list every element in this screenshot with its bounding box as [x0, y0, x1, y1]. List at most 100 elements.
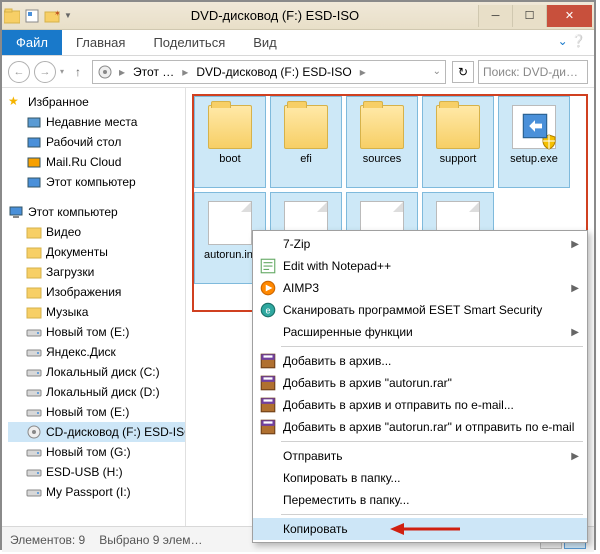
svg-text:✶: ✶	[54, 9, 60, 18]
context-menu-item[interactable]: Добавить в архив "autorun.rar" и отправи…	[253, 416, 587, 438]
context-menu[interactable]: 7-Zip▶Edit with Notepad++ AIMP3 ▶ e Сканиров…	[252, 230, 588, 543]
tree-item[interactable]: Документы	[8, 242, 185, 262]
nav-history-dropdown[interactable]: ▾	[60, 67, 64, 76]
tree-item[interactable]: ESD-USB (H:)	[8, 462, 185, 482]
tree-item-label: My Passport (I:)	[46, 485, 131, 499]
tree-item-label: CD-дисковод (F:) ESD-ISO	[46, 425, 185, 439]
tree-item[interactable]: Видео	[8, 222, 185, 242]
ribbon-tab-home[interactable]: Главная	[62, 30, 139, 55]
context-menu-label: AIMP3	[283, 281, 319, 295]
tree-item-label: Этот компьютер	[46, 175, 136, 189]
context-menu-item[interactable]: e Сканировать программой ESET Smart Secur…	[253, 299, 587, 321]
window-title: DVD-дисковод (F:) ESD-ISO	[72, 8, 478, 23]
submenu-arrow-icon: ▶	[571, 283, 579, 294]
tree-item-icon	[26, 384, 42, 400]
context-menu-item[interactable]: Добавить в архив...	[253, 350, 587, 372]
qat-dropdown-icon[interactable]: ▼	[64, 11, 72, 20]
qat-newfolder-icon[interactable]: ✶	[44, 8, 60, 24]
eset-icon: e	[259, 301, 277, 319]
tree-thispc[interactable]: Этот компьютер	[8, 202, 185, 222]
ribbon-help-icon[interactable]: ⌄ ❔	[550, 30, 594, 55]
tree-item-icon	[26, 404, 42, 420]
close-button[interactable]: ✕	[546, 5, 592, 27]
context-menu-label: Сканировать программой ESET Smart Securi…	[283, 303, 542, 317]
rar-icon	[259, 396, 277, 414]
context-menu-item[interactable]: Переместить в папку...	[253, 489, 587, 511]
file-item[interactable]: support	[422, 96, 494, 188]
tree-item-icon	[26, 224, 42, 240]
context-separator	[281, 441, 583, 442]
tree-item[interactable]: Недавние места	[8, 112, 185, 132]
titlebar[interactable]: ✶ ▼ DVD-дисковод (F:) ESD-ISO ─ ☐ ✕	[2, 2, 594, 30]
file-item[interactable]: setup.exe	[498, 96, 570, 188]
tree-item[interactable]: Mail.Ru Cloud	[8, 152, 185, 172]
ribbon-tab-view[interactable]: Вид	[239, 30, 291, 55]
submenu-arrow-icon: ▶	[571, 451, 579, 462]
ribbon-tab-share[interactable]: Поделиться	[139, 30, 239, 55]
file-label: sources	[349, 153, 415, 165]
rar-icon	[259, 374, 277, 392]
submenu-arrow-icon: ▶	[571, 327, 579, 338]
context-menu-item[interactable]: Копировать в папку...	[253, 467, 587, 489]
context-menu-item[interactable]: 7-Zip▶	[253, 233, 587, 255]
search-input[interactable]: Поиск: DVD-ди…	[478, 60, 588, 84]
nav-tree[interactable]: ★Избранное Недавние места Рабочий стол Mai…	[2, 88, 186, 526]
tree-item-icon	[26, 244, 42, 260]
context-menu-item[interactable]: Расширенные функции▶	[253, 321, 587, 343]
tree-item[interactable]: Рабочий стол	[8, 132, 185, 152]
tree-item[interactable]: Новый том (G:)	[8, 442, 185, 462]
tree-item[interactable]: CD-дисковод (F:) ESD-ISO	[8, 422, 185, 442]
ribbon: Файл Главная Поделиться Вид ⌄ ❔	[2, 30, 594, 56]
app-icon	[4, 8, 20, 24]
tree-item-icon	[26, 424, 42, 440]
tree-label: Этот компьютер	[28, 205, 118, 219]
breadcrumb-chevron-icon[interactable]: ▸	[180, 65, 190, 79]
ribbon-file-tab[interactable]: Файл	[2, 30, 62, 55]
tree-item-icon	[26, 344, 42, 360]
qat-props-icon[interactable]	[24, 8, 40, 24]
tree-item[interactable]: Этот компьютер	[8, 172, 185, 192]
context-menu-label: Добавить в архив и отправить по e-mail..…	[283, 398, 514, 412]
tree-favorites[interactable]: ★Избранное	[8, 92, 185, 112]
tree-item-label: Яндекс.Диск	[46, 345, 116, 359]
file-item[interactable]: sources	[346, 96, 418, 188]
context-menu-item[interactable]: Edit with Notepad++	[253, 255, 587, 277]
refresh-button[interactable]: ↻	[452, 61, 474, 83]
file-label: boot	[197, 153, 263, 165]
nav-back-button[interactable]: ←	[8, 61, 30, 83]
context-menu-item[interactable]: Добавить в архив "autorun.rar"	[253, 372, 587, 394]
breadcrumb-chevron-icon[interactable]: ▸	[358, 65, 368, 79]
context-menu-item[interactable]: Копировать	[253, 518, 587, 540]
context-menu-item[interactable]: AIMP3 ▶	[253, 277, 587, 299]
tree-item[interactable]: My Passport (I:)	[8, 482, 185, 502]
tree-item[interactable]: Локальный диск (D:)	[8, 382, 185, 402]
breadcrumb-seg[interactable]: Этот …	[131, 65, 176, 79]
tree-item-label: Рабочий стол	[46, 135, 121, 149]
address-dropdown-icon[interactable]: ⌄	[433, 66, 441, 77]
context-separator	[281, 346, 583, 347]
navbar: ← → ▾ ↑ ▸ Этот … ▸ DVD-дисковод (F:) ESD…	[2, 56, 594, 88]
maximize-button[interactable]: ☐	[512, 5, 546, 27]
context-menu-item[interactable]: Добавить в архив и отправить по e-mail..…	[253, 394, 587, 416]
tree-item-label: Загрузки	[46, 265, 94, 279]
file-item[interactable]: efi	[270, 96, 342, 188]
tree-item[interactable]: Яндекс.Диск	[8, 342, 185, 362]
tree-item-icon	[26, 264, 42, 280]
address-bar[interactable]: ▸ Этот … ▸ DVD-дисковод (F:) ESD-ISO ▸ ⌄	[92, 60, 446, 84]
tree-item-icon	[26, 324, 42, 340]
nav-up-button[interactable]: ↑	[68, 62, 88, 82]
submenu-arrow-icon: ▶	[571, 239, 579, 250]
context-menu-item[interactable]: Отправить▶	[253, 445, 587, 467]
tree-item[interactable]: Новый том (E:)	[8, 402, 185, 422]
minimize-button[interactable]: ─	[478, 5, 512, 27]
tree-item[interactable]: Загрузки	[8, 262, 185, 282]
tree-item[interactable]: Локальный диск (C:)	[8, 362, 185, 382]
nav-forward-button[interactable]: →	[34, 61, 56, 83]
tree-item[interactable]: Музыка	[8, 302, 185, 322]
breadcrumb-seg[interactable]: DVD-дисковод (F:) ESD-ISO	[194, 65, 353, 79]
file-item[interactable]: boot	[194, 96, 266, 188]
tree-item[interactable]: Изображения	[8, 282, 185, 302]
breadcrumb-chevron-icon[interactable]: ▸	[117, 65, 127, 79]
tree-item[interactable]: Новый том (E:)	[8, 322, 185, 342]
tree-item-icon	[26, 174, 42, 190]
